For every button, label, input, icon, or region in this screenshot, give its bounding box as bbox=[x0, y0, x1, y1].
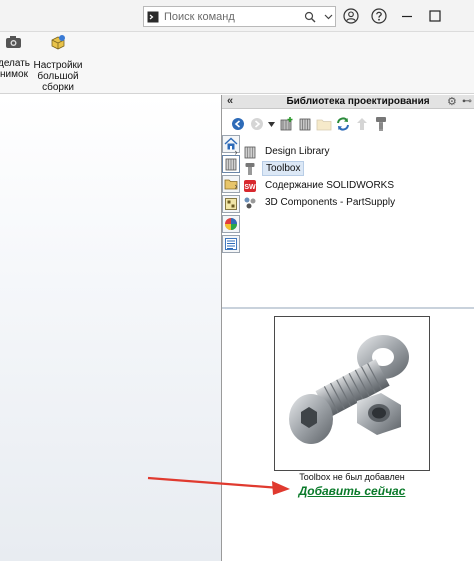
red-arrow-annotation bbox=[147, 476, 290, 495]
solidworks-window: Поиск команд делать нимок Настройки боль… bbox=[0, 0, 474, 561]
